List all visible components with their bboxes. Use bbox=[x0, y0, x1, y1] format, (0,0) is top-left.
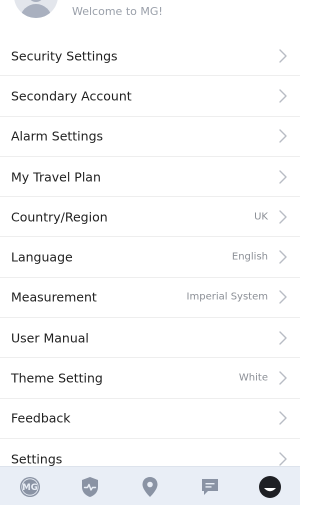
menu-item-security-settings[interactable]: Security Settings bbox=[0, 36, 300, 77]
tab-mg-home[interactable]: MG bbox=[0, 467, 60, 505]
menu-item-value: Imperial System bbox=[186, 291, 268, 303]
menu-item-label: Secondary Account bbox=[11, 88, 132, 104]
menu-item-secondary-account[interactable]: Secondary Account bbox=[0, 76, 300, 117]
chevron-right-icon bbox=[279, 331, 287, 345]
settings-menu: Security Settings Secondary Account Alar… bbox=[0, 36, 300, 480]
menu-item-label: Settings bbox=[11, 451, 63, 467]
menu-item-label: Alarm Settings bbox=[11, 128, 104, 144]
menu-item-label: Theme Setting bbox=[11, 370, 103, 386]
chevron-right-icon bbox=[279, 48, 287, 63]
menu-item-user-manual[interactable]: User Manual bbox=[0, 318, 300, 359]
chevron-right-icon bbox=[279, 411, 287, 426]
menu-item-label: My Travel Plan bbox=[11, 169, 101, 185]
menu-item-label: Measurement bbox=[11, 289, 97, 305]
chevron-right-icon bbox=[279, 169, 287, 184]
profile-header: Welcome to MG! bbox=[0, 0, 300, 36]
menu-item-my-travel-plan[interactable]: My Travel Plan bbox=[0, 157, 300, 198]
menu-item-label: Feedback bbox=[11, 410, 71, 426]
vehicle-health-shield-icon bbox=[82, 476, 98, 497]
chevron-right-icon bbox=[279, 290, 287, 305]
menu-item-feedback[interactable]: Feedback bbox=[0, 399, 300, 439]
chevron-right-icon bbox=[279, 250, 287, 264]
bottom-tab-bar: MG bbox=[0, 466, 300, 505]
profile-screen: Welcome to MG! Security Settings Seconda… bbox=[0, 0, 300, 505]
tab-messages[interactable] bbox=[180, 467, 240, 505]
chevron-right-icon bbox=[279, 210, 287, 224]
tab-location[interactable] bbox=[120, 467, 180, 505]
menu-item-label: Security Settings bbox=[11, 48, 118, 64]
menu-item-theme-setting[interactable]: Theme Setting White bbox=[0, 358, 300, 399]
chevron-right-icon bbox=[279, 451, 287, 466]
location-pin-icon bbox=[142, 476, 158, 497]
menu-item-label: Country/Region bbox=[11, 209, 108, 225]
tab-vehicle-health[interactable] bbox=[60, 467, 120, 505]
avatar[interactable] bbox=[14, 0, 58, 18]
menu-item-label: Language bbox=[11, 249, 73, 265]
menu-item-measurement[interactable]: Measurement Imperial System bbox=[0, 278, 300, 319]
avatar-head-shape bbox=[28, 0, 44, 2]
profile-face-icon bbox=[259, 475, 281, 498]
menu-item-value: White bbox=[238, 372, 268, 384]
menu-item-language[interactable]: Language English bbox=[0, 237, 300, 278]
mg-logo-icon: MG bbox=[20, 476, 40, 497]
chevron-right-icon bbox=[279, 89, 287, 103]
menu-item-label: User Manual bbox=[11, 330, 89, 346]
menu-item-alarm-settings[interactable]: Alarm Settings bbox=[0, 117, 300, 157]
tab-profile[interactable] bbox=[240, 467, 300, 505]
menu-item-value: English bbox=[231, 251, 268, 263]
message-icon bbox=[202, 478, 218, 495]
welcome-text: Welcome to MG! bbox=[72, 5, 163, 18]
avatar-body-shape bbox=[20, 4, 52, 18]
chevron-right-icon bbox=[279, 371, 287, 385]
mg-logo-text: MG bbox=[22, 483, 37, 493]
menu-item-value: UK bbox=[254, 211, 268, 223]
chevron-right-icon bbox=[279, 129, 287, 143]
menu-item-country-region[interactable]: Country/Region UK bbox=[0, 197, 300, 238]
